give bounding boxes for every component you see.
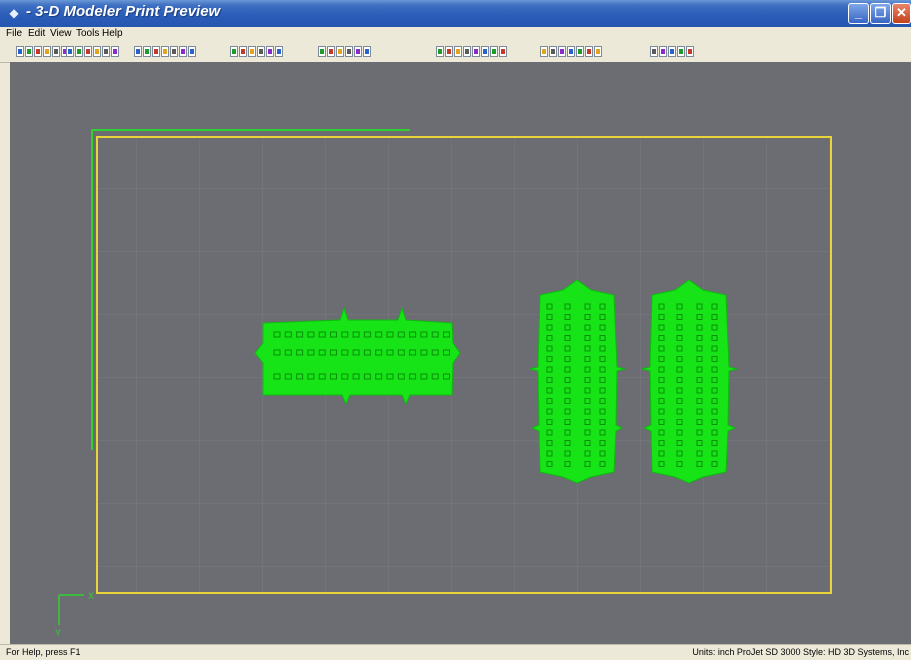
save-icon[interactable] xyxy=(43,46,51,57)
properties-icon[interactable] xyxy=(499,46,507,57)
rotate-free-icon[interactable] xyxy=(257,46,265,57)
y-axis-label: Y xyxy=(55,628,61,638)
view-left-icon[interactable] xyxy=(170,46,178,57)
view-back-icon[interactable] xyxy=(143,46,151,57)
select-all-icon[interactable] xyxy=(318,46,326,57)
menu-file[interactable]: File xyxy=(6,28,22,39)
toolbar-icon[interactable] xyxy=(659,46,667,57)
toolbar-icon[interactable] xyxy=(585,46,593,57)
part-horizontal[interactable] xyxy=(254,306,461,406)
title-bar: ◆ - 3-D Modeler Print Preview _ ❐ ✕ xyxy=(0,0,911,27)
zoom-out-icon[interactable] xyxy=(93,46,101,57)
view-right-icon[interactable] xyxy=(179,46,187,57)
restore-icon: ❐ xyxy=(874,5,887,20)
info-icon[interactable] xyxy=(540,46,548,57)
grid-icon[interactable] xyxy=(327,46,335,57)
part-body xyxy=(254,306,461,406)
menu-help[interactable]: Help xyxy=(102,28,123,39)
distribute-icon[interactable] xyxy=(472,46,480,57)
print-setup-icon[interactable] xyxy=(25,46,33,57)
close-icon: ✕ xyxy=(896,5,907,20)
menu-view[interactable]: View xyxy=(50,28,72,39)
minimize-icon: _ xyxy=(854,5,863,20)
layout-icon[interactable] xyxy=(75,46,83,57)
build-platform-canvas: X Y xyxy=(55,129,832,638)
view-top-icon[interactable] xyxy=(152,46,160,57)
layer-icon[interactable] xyxy=(549,46,557,57)
part-vertical-right[interactable] xyxy=(641,279,738,484)
group-icon[interactable] xyxy=(481,46,489,57)
arrange-icon[interactable] xyxy=(436,46,444,57)
status-info-text: Units: inch ProJet SD 3000 Style: HD 3D … xyxy=(692,647,909,657)
scale-icon[interactable] xyxy=(266,46,274,57)
ungroup-icon[interactable] xyxy=(490,46,498,57)
status-bar: For Help, press F1 Units: inch ProJet SD… xyxy=(0,644,911,660)
toolbar-icon[interactable] xyxy=(576,46,584,57)
move-icon[interactable] xyxy=(161,46,169,57)
x-axis-label: X xyxy=(88,591,94,601)
close-button[interactable]: ✕ xyxy=(892,3,911,24)
undo-icon[interactable] xyxy=(52,46,60,57)
stop-icon[interactable] xyxy=(102,46,110,57)
shade-icon[interactable] xyxy=(363,46,371,57)
menu-tools[interactable]: Tools xyxy=(76,28,99,39)
menu-edit[interactable]: Edit xyxy=(28,28,45,39)
toolbar-icon[interactable] xyxy=(677,46,685,57)
mirror-icon[interactable] xyxy=(275,46,283,57)
rotate-z-icon[interactable] xyxy=(248,46,256,57)
view-front-icon[interactable] xyxy=(134,46,142,57)
maximize-button[interactable]: ❐ xyxy=(870,3,891,24)
measure-icon[interactable] xyxy=(345,46,353,57)
align-left-icon[interactable] xyxy=(445,46,453,57)
build-icon[interactable] xyxy=(66,46,74,57)
part-vertical-left[interactable] xyxy=(529,279,626,484)
pause-icon[interactable] xyxy=(111,46,119,57)
status-help-text: For Help, press F1 xyxy=(6,647,81,657)
toolbar-icon[interactable] xyxy=(567,46,575,57)
build-platform-viewport[interactable]: X Y xyxy=(10,62,911,644)
rotate-x-icon[interactable] xyxy=(230,46,238,57)
toolbar-icon[interactable] xyxy=(686,46,694,57)
part-body xyxy=(529,279,626,484)
toolbar xyxy=(0,42,911,63)
snap-icon[interactable] xyxy=(336,46,344,57)
menu-bar: File Edit View Tools Help xyxy=(0,27,911,42)
color-icon[interactable] xyxy=(354,46,362,57)
open-icon[interactable] xyxy=(34,46,42,57)
app-icon[interactable]: ◆ xyxy=(6,6,22,20)
minimize-button[interactable]: _ xyxy=(848,3,869,24)
zoom-in-icon[interactable] xyxy=(84,46,92,57)
toolbar-icon[interactable] xyxy=(668,46,676,57)
toolbar-icon[interactable] xyxy=(594,46,602,57)
axis-indicator: X Y xyxy=(55,591,94,638)
print-icon[interactable] xyxy=(16,46,24,57)
window-title: - 3-D Modeler Print Preview xyxy=(26,3,221,20)
align-center-icon[interactable] xyxy=(454,46,462,57)
align-right-icon[interactable] xyxy=(463,46,471,57)
view-iso-icon[interactable] xyxy=(188,46,196,57)
part-body xyxy=(641,279,738,484)
help-icon[interactable] xyxy=(558,46,566,57)
toolbar-icon[interactable] xyxy=(650,46,658,57)
rotate-y-icon[interactable] xyxy=(239,46,247,57)
